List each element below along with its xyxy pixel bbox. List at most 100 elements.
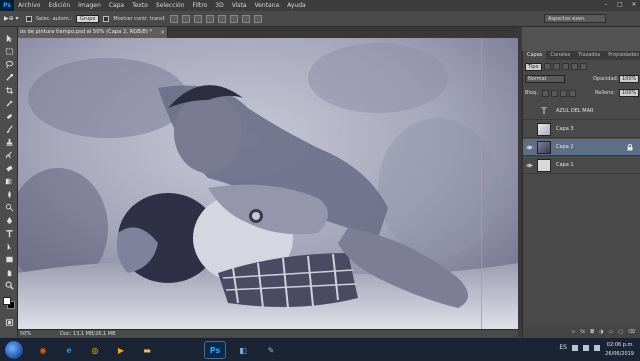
clock[interactable]: 02:06 p.m. 26/06/2019 [600, 341, 634, 359]
document-tab[interactable]: os de pintura tiempo.psd al 50% (Capa 2,… [18, 27, 168, 38]
foreground-color-swatch[interactable] [3, 297, 11, 305]
media-player-taskbar-icon[interactable]: ▶ [110, 341, 132, 359]
internet-explorer-taskbar-icon[interactable]: e [58, 341, 80, 359]
lasso-tool-icon[interactable] [3, 59, 15, 70]
pen-tool-icon[interactable] [3, 215, 15, 226]
layer-row-azul-del-mar[interactable]: T AZUL DEL MAR [523, 103, 640, 120]
healing-brush-tool-icon[interactable] [3, 111, 15, 122]
ruler-guide-line[interactable] [481, 38, 482, 329]
layer-filter-kind-dropdown[interactable]: Tipo [525, 62, 542, 71]
show-transform-checkbox[interactable] [103, 15, 110, 22]
filter-shape-icon[interactable] [570, 63, 578, 70]
adjustment-icon[interactable]: ◑ [599, 329, 603, 335]
visibility-off-icon[interactable] [526, 126, 533, 133]
chrome-taskbar-icon[interactable]: ◎ [84, 341, 106, 359]
3d-mode-icon[interactable] [253, 14, 262, 23]
quick-mask-icon[interactable] [3, 317, 15, 328]
menu-imagen[interactable]: Imagen [74, 2, 105, 9]
layer-row-capa-3[interactable]: Capa 3 [523, 121, 640, 138]
menu-vista[interactable]: Vista [228, 2, 251, 9]
opacity-input[interactable]: 100% [619, 75, 640, 83]
link-icon[interactable]: ∞ [571, 329, 575, 335]
menu-archivo[interactable]: Archivo [14, 2, 44, 9]
lock-pixels-icon[interactable] [551, 90, 558, 97]
visibility-off-icon[interactable] [526, 108, 533, 115]
document-canvas[interactable] [18, 38, 518, 329]
align-bottom-icon[interactable] [193, 14, 202, 23]
language-indicator[interactable]: ES [559, 344, 567, 351]
brush-tool-icon[interactable] [3, 124, 15, 135]
fx-icon[interactable]: fx [580, 329, 585, 335]
align-center-icon[interactable] [217, 14, 226, 23]
trash-icon[interactable]: ⌫ [628, 329, 635, 335]
auto-select-target-dropdown[interactable]: Grupo [76, 14, 100, 23]
blend-mode-dropdown[interactable]: Normal [525, 75, 565, 83]
hand-tool-icon[interactable] [3, 267, 15, 278]
tab-propiedades[interactable]: Propiedades [604, 51, 640, 60]
align-right-icon[interactable] [229, 14, 238, 23]
menu-ventana[interactable]: Ventana [250, 2, 283, 9]
align-left-icon[interactable] [205, 14, 214, 23]
folder-icon[interactable]: ▭ [608, 329, 613, 335]
eye-icon[interactable] [526, 144, 533, 151]
eyedropper-tool-icon[interactable] [3, 98, 15, 109]
layer-row-capa-1[interactable]: Capa 1 [523, 157, 640, 174]
maximize-button[interactable]: □ [616, 1, 624, 8]
workspace-dropdown[interactable]: Aspectos esen. [544, 14, 606, 23]
close-document-icon[interactable]: × [160, 27, 165, 38]
auto-select-checkbox[interactable] [26, 15, 32, 22]
marquee-tool-icon[interactable] [3, 46, 15, 57]
tab-trazados[interactable]: Trazados [574, 51, 604, 60]
lock-all-icon[interactable] [569, 90, 576, 97]
menu-bar: Ps Archivo Edición Imagen Capa Texto Sel… [0, 0, 640, 11]
rectangle-tool-icon[interactable] [3, 254, 15, 265]
paint-taskbar-icon[interactable]: ✎ [260, 341, 282, 359]
menu-texto[interactable]: Texto [128, 2, 152, 9]
fill-input[interactable]: 100% [619, 89, 640, 97]
firefox-taskbar-icon[interactable]: ◉ [32, 341, 54, 359]
menu-3d[interactable]: 3D [211, 2, 227, 9]
filter-smart-object-icon[interactable] [579, 63, 587, 70]
mask-icon[interactable]: ◘ [590, 329, 594, 335]
close-button[interactable]: ✕ [630, 1, 638, 8]
menu-capa[interactable]: Capa [105, 2, 128, 9]
crop-tool-icon[interactable] [3, 85, 15, 96]
move-tool-preset-picker[interactable]: ▶⊕ ▾ [4, 15, 22, 22]
history-brush-tool-icon[interactable] [3, 150, 15, 161]
align-middle-icon[interactable] [181, 14, 190, 23]
tab-capas[interactable]: Capas [523, 51, 547, 60]
menu-seleccion[interactable]: Selección [152, 2, 189, 9]
clone-stamp-tool-icon[interactable] [3, 137, 15, 148]
new-layer-icon[interactable]: ▢ [618, 329, 623, 335]
type-tool-icon[interactable] [3, 228, 15, 239]
path-selection-tool-icon[interactable] [3, 241, 15, 252]
filter-type-icon[interactable] [561, 63, 569, 70]
network-icon[interactable] [583, 344, 589, 351]
menu-ayuda[interactable]: Ayuda [283, 2, 310, 9]
layer-row-capa-2[interactable]: Capa 2 [523, 139, 640, 156]
distribute-icon[interactable] [241, 14, 250, 23]
move-tool-icon[interactable] [3, 33, 15, 44]
lock-position-icon[interactable] [560, 90, 567, 97]
start-button[interactable] [4, 340, 24, 360]
align-top-icon[interactable] [169, 14, 178, 23]
filter-adjustment-icon[interactable] [552, 63, 560, 70]
tab-canales[interactable]: Canales [546, 51, 574, 60]
gradient-tool-icon[interactable] [3, 176, 15, 187]
dodge-tool-icon[interactable] [3, 202, 15, 213]
menu-edicion[interactable]: Edición [44, 2, 74, 9]
eraser-tool-icon[interactable] [3, 163, 15, 174]
image-viewer-taskbar-icon[interactable]: ◧ [232, 341, 254, 359]
photoshop-taskbar-icon[interactable]: Ps [204, 341, 226, 359]
quick-selection-tool-icon[interactable] [3, 72, 15, 83]
lock-transparency-icon[interactable] [542, 90, 549, 97]
filter-pixel-icon[interactable] [543, 63, 551, 70]
file-explorer-taskbar-icon[interactable]: ▬ [136, 341, 158, 359]
minimize-button[interactable]: – [602, 1, 610, 8]
menu-filtro[interactable]: Filtro [189, 2, 212, 9]
document-tab-bar: os de pintura tiempo.psd al 50% (Capa 2,… [18, 27, 518, 38]
show-hidden-icons-icon[interactable] [572, 344, 578, 351]
blur-tool-icon[interactable] [3, 189, 15, 200]
zoom-tool-icon[interactable] [3, 280, 15, 291]
eye-icon[interactable] [526, 162, 533, 169]
